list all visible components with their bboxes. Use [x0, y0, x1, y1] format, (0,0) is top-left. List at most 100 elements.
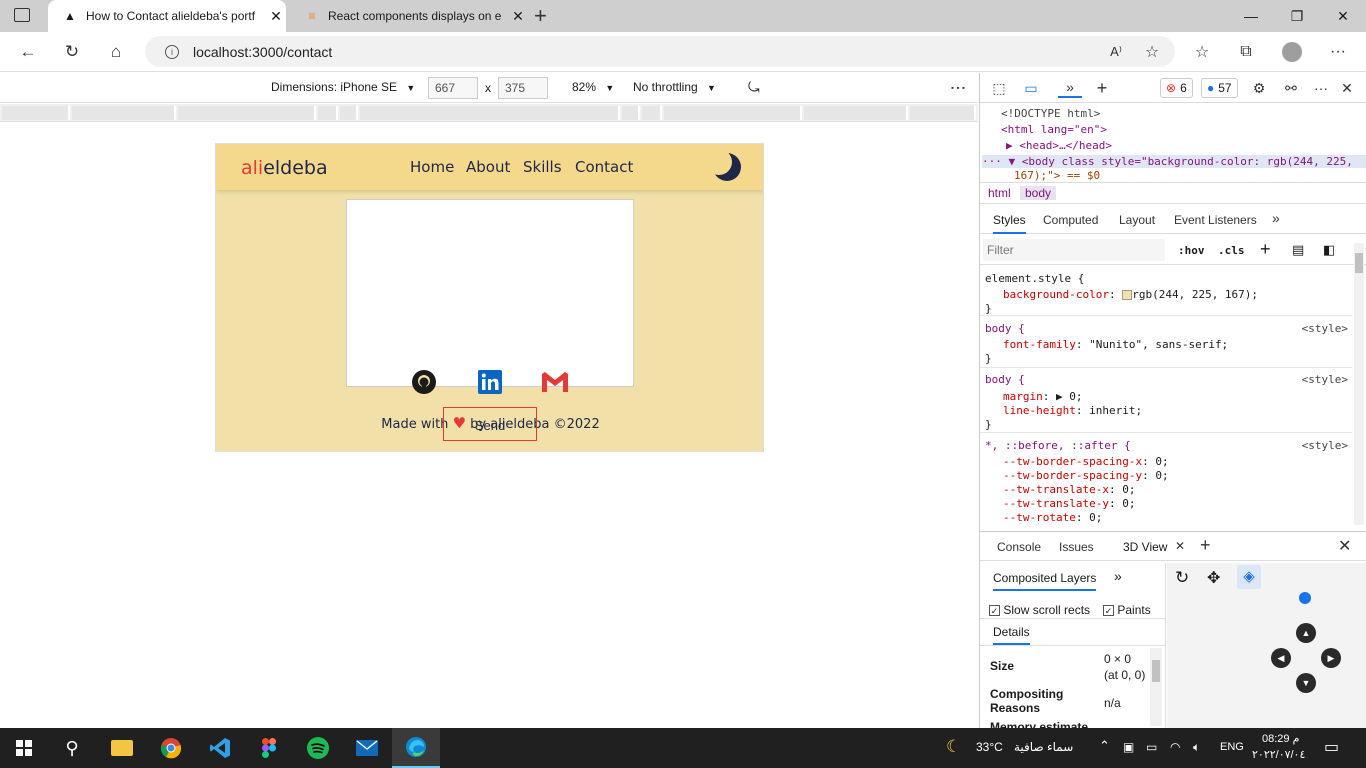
more-menu-icon[interactable]: ··· — [1323, 38, 1353, 66]
css-property[interactable]: margin: ▶ 0; — [1003, 390, 1083, 403]
more-tabs-icon[interactable]: » — [1058, 78, 1082, 98]
mail-icon[interactable] — [343, 728, 391, 768]
cls-toggle[interactable]: .cls — [1218, 244, 1245, 257]
errors-badge[interactable]: ⊗ 6 — [1160, 78, 1193, 98]
ruler-segment[interactable] — [360, 106, 620, 120]
device-dropdown[interactable]: Dimensions: iPhone SE ▼ — [271, 80, 415, 94]
sidebar-toggle-icon[interactable]: ◧ — [1323, 242, 1335, 258]
ruler-segment[interactable] — [642, 106, 662, 120]
throttling-dropdown[interactable]: No throttling ▼ — [633, 80, 716, 94]
clock-time[interactable]: 08:29 م — [1262, 732, 1299, 745]
windows-start-icon[interactable] — [0, 728, 48, 768]
messages-badge[interactable]: ● 57 — [1201, 78, 1238, 98]
settings-gear-icon[interactable]: ⚙ — [1247, 78, 1271, 98]
weather-moon-icon[interactable]: ☾ — [946, 737, 961, 757]
linkedin-icon[interactable] — [476, 368, 504, 396]
site-logo[interactable]: alieldeba — [241, 157, 328, 179]
height-input[interactable]: 375 — [498, 77, 548, 99]
file-explorer-icon[interactable] — [98, 728, 146, 768]
language-indicator[interactable]: ENG — [1220, 741, 1244, 753]
send-button[interactable]: Send — [443, 407, 537, 441]
css-property[interactable]: --tw-rotate: 0; — [1003, 511, 1102, 524]
close-window-button[interactable]: ✕ — [1320, 0, 1366, 32]
rule-source[interactable]: <style> — [1302, 322, 1348, 335]
ruler-segment[interactable] — [804, 106, 908, 120]
pan-up-icon[interactable]: ▲ — [1296, 623, 1316, 643]
css-property[interactable]: line-height: inherit; — [1003, 404, 1142, 417]
nav-contact[interactable]: Contact — [575, 158, 633, 176]
close-drawer-icon[interactable]: ✕ — [1338, 536, 1351, 556]
volume-icon[interactable]: 🔈︎ — [1193, 740, 1200, 755]
paint-icon[interactable]: ▤ — [1292, 242, 1304, 258]
close-3d-tab-icon[interactable]: ✕ — [1175, 539, 1185, 553]
pan-down-icon[interactable]: ▼ — [1296, 673, 1316, 693]
rule-selector[interactable]: *, ::before, ::after { — [985, 439, 1131, 452]
profile-avatar[interactable] — [1277, 38, 1307, 66]
battery-icon[interactable]: ▭ — [1146, 740, 1157, 754]
back-icon[interactable]: ← — [13, 38, 43, 66]
ruler-segment[interactable] — [72, 106, 176, 120]
close-devtools-icon[interactable]: ✕ — [1335, 78, 1359, 98]
more-subtabs[interactable]: » — [1272, 210, 1280, 226]
pan-mode-icon[interactable]: ✥ — [1207, 568, 1220, 588]
weather-text[interactable]: سماء صافية — [1014, 740, 1073, 754]
rule-selector[interactable]: body { — [985, 373, 1025, 386]
search-icon[interactable]: ⚲ — [48, 728, 96, 768]
device-toggle-icon[interactable]: ▭ — [1019, 78, 1043, 98]
details-scrollbar[interactable] — [1150, 648, 1162, 726]
slow-scroll-checkbox[interactable]: ✓ Slow scroll rects — [989, 603, 1090, 617]
notifications-icon[interactable]: ▭ — [1324, 737, 1339, 757]
close-tab-icon[interactable]: ✕ — [508, 8, 528, 25]
customize-icon[interactable]: ⚯ — [1279, 78, 1303, 98]
tab-layout[interactable]: Layout — [1119, 213, 1155, 227]
url-field[interactable]: i localhost:3000/contact — [145, 36, 1175, 67]
pan-left-icon[interactable]: ◀ — [1271, 648, 1291, 668]
tab-issues[interactable]: Issues — [1059, 540, 1094, 554]
css-property[interactable]: --tw-translate-x: 0; — [1003, 483, 1135, 496]
rotate-mode-icon[interactable]: ◈ — [1237, 565, 1261, 589]
wifi-icon[interactable]: ◠ — [1170, 740, 1180, 754]
show-hidden-icons[interactable]: ⌃ — [1099, 738, 1110, 754]
weather-temp[interactable]: 33°C — [976, 740, 1003, 754]
rule-source[interactable]: <style> — [1302, 373, 1348, 386]
dom-line[interactable]: <!DOCTYPE html> — [1001, 107, 1100, 120]
crumb-html[interactable]: html — [983, 186, 1016, 200]
new-tab-button[interactable]: + — [534, 3, 547, 29]
crumb-body[interactable]: body — [1020, 186, 1057, 200]
toolbar-more-button[interactable]: ⋮ — [948, 80, 968, 96]
vscode-icon[interactable] — [196, 728, 244, 768]
favorites-icon[interactable]: ☆ — [1187, 38, 1217, 66]
ruler-segment[interactable] — [318, 106, 338, 120]
tab-computed[interactable]: Computed — [1043, 213, 1098, 227]
tab-actions-icon[interactable] — [14, 8, 30, 22]
reset-view-icon[interactable]: ↻ — [1175, 568, 1189, 588]
hov-toggle[interactable]: :hov — [1178, 244, 1205, 257]
devtools-more-icon[interactable]: ··· — [1309, 78, 1333, 98]
css-property[interactable]: font-family: "Nunito", sans-serif; — [1003, 338, 1228, 351]
tab-event-listeners[interactable]: Event Listeners — [1174, 213, 1257, 227]
github-icon[interactable] — [410, 368, 438, 396]
clock-date[interactable]: ٢٠٢٢/٠٧/٠٤ — [1252, 748, 1305, 761]
more-layer-tabs[interactable]: » — [1114, 568, 1122, 584]
nav-home[interactable]: Home — [410, 158, 454, 176]
ruler-segment[interactable] — [178, 106, 316, 120]
nav-skills[interactable]: Skills — [523, 158, 562, 176]
rule-source[interactable]: <style> — [1302, 439, 1348, 452]
dom-line[interactable]: <html lang="en"> — [1001, 123, 1107, 136]
ruler-segment[interactable] — [2, 106, 70, 120]
refresh-icon[interactable]: ↻ — [57, 38, 87, 66]
zoom-dropdown[interactable]: 82% ▼ — [572, 80, 614, 94]
minimize-button[interactable]: — — [1228, 0, 1274, 32]
add-drawer-tab-icon[interactable]: + — [1200, 535, 1211, 556]
css-property[interactable]: --tw-translate-y: 0; — [1003, 497, 1135, 510]
styles-filter-input[interactable]: Filter — [983, 239, 1165, 261]
css-property[interactable]: --tw-border-spacing-x: 0; — [1003, 455, 1169, 468]
ruler-segment[interactable] — [910, 106, 976, 120]
3d-view-canvas[interactable]: ↻ ✥ ◈ ▲ ◀ ▶ ▼ — [1167, 563, 1366, 728]
width-input[interactable]: 667 — [428, 77, 478, 99]
spotify-icon[interactable] — [294, 728, 342, 768]
home-icon[interactable]: ⌂ — [101, 38, 131, 66]
tab-details[interactable]: Details — [993, 625, 1030, 645]
chrome-icon[interactable] — [147, 728, 195, 768]
nav-about[interactable]: About — [466, 158, 510, 176]
